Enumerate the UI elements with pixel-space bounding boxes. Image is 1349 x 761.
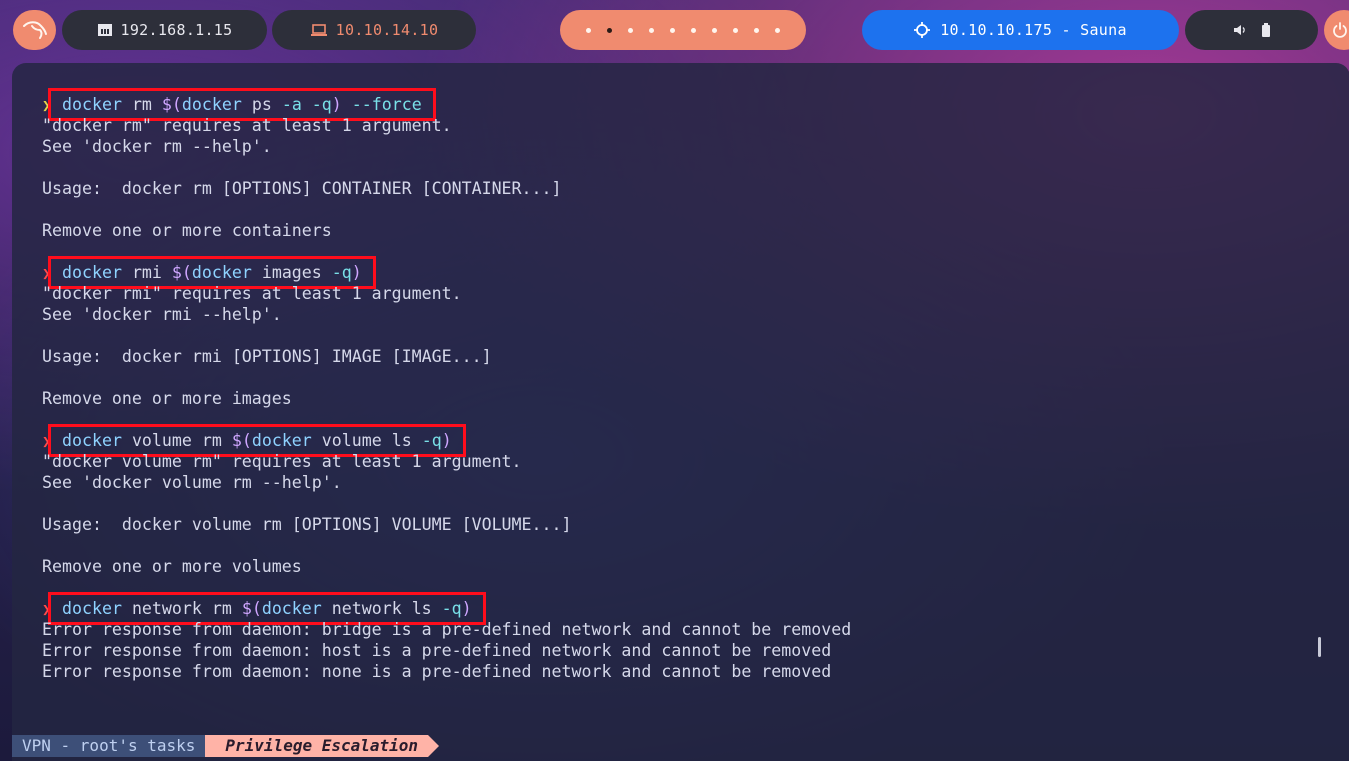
workspace-2[interactable] [607,27,612,33]
output-line: Error response from daemon: bridge is a … [42,620,852,639]
subshell-command: docker [191,263,252,282]
terminal-window[interactable]: ❯ docker rm $(docker ps -a -q) --force "do… [12,63,1349,761]
workspace-6[interactable] [691,27,696,33]
command-text: docker rmi $(docker images -q) [62,263,362,282]
subshell-close: ) [351,263,362,282]
output-line: "docker rm" requires at least 1 argument… [42,116,452,135]
tmux-status-bar: VPN - root's tasks Privilege Escalation [12,735,439,757]
vpn-ip-text: 10.10.14.10 [335,21,439,39]
command-text: docker rm $(docker ps -a -q) --force [62,95,422,114]
prompt-arrow: ❯ [42,266,51,282]
window-title[interactable]: Privilege Escalation [205,735,439,757]
subshell-command: docker [181,95,242,114]
workspace-8[interactable] [733,27,738,33]
crosshair-icon [914,22,931,38]
target-text: 10.10.10.175 - Sauna [940,21,1127,39]
output-line: Usage: docker volume rm [OPTIONS] VOLUME… [42,515,572,534]
subshell-command: docker [251,431,312,450]
workspace-1[interactable] [586,27,591,33]
subshell-close: ) [441,431,452,450]
command-args: volume rm [121,431,232,450]
output-line: See 'docker volume rm --help'. [42,473,342,492]
command-line: ❯ docker rm $(docker ps -a -q) --force [42,88,1330,121]
command-line: ❯ docker rmi $(docker images -q) [42,256,1330,289]
top-bar: 192.168.1.15 10.10.14.10 10.10.10.175 - … [0,0,1349,62]
subshell-open: $( [231,431,252,450]
kali-dragon-icon [22,20,48,40]
output-line: Usage: docker rmi [OPTIONS] IMAGE [IMAGE… [42,347,492,366]
prompt-arrow: ❯ [42,602,51,618]
command-line: ❯ docker network rm $(docker network ls -… [42,592,1330,625]
command-line: ❯ docker volume rm $(docker volume ls -q) [42,424,1330,457]
output-line: Remove one or more volumes [42,557,302,576]
output-line: See 'docker rm --help'. [42,137,272,156]
output-line: Error response from daemon: host is a pr… [42,641,832,660]
command-text: docker network rm $(docker network ls -q… [62,599,472,618]
speaker-icon[interactable] [1233,24,1247,36]
session-tasks-label[interactable]: VPN - root's tasks [12,735,217,757]
subshell-close: ) [331,95,342,114]
workspace-3[interactable] [628,27,633,33]
output-line: Error response from daemon: none is a pr… [42,662,832,681]
power-button[interactable] [1324,10,1349,50]
output-line: "docker volume rm" requires at least 1 a… [42,452,522,471]
subshell-args: ps [241,95,282,114]
subshell-args: network ls [321,599,442,618]
subshell-open: $( [161,95,182,114]
output-line: Usage: docker rm [OPTIONS] CONTAINER [CO… [42,179,562,198]
command-flags: -q [421,431,442,450]
command-flags: -q [331,263,352,282]
power-icon [1332,22,1348,38]
subshell-args: images [251,263,332,282]
subshell-command: docker [261,599,322,618]
ethernet-icon [97,23,113,37]
local-ip-text: 192.168.1.15 [120,21,233,39]
subshell-close: ) [461,599,472,618]
workspace-7[interactable] [712,27,717,33]
command-text: docker volume rm $(docker volume ls -q) [62,431,452,450]
workspace-10[interactable] [775,27,780,33]
terminal-scrollbar[interactable] [1318,637,1321,657]
prompt-arrow: ❯ [42,98,51,114]
target-indicator: 10.10.10.175 - Sauna [862,10,1179,50]
output-line: Remove one or more containers [42,221,332,240]
laptop-icon [310,23,328,37]
local-ip-indicator: 192.168.1.15 [62,10,267,50]
subshell-open: $( [171,263,192,282]
command-flags: -a -q [281,95,332,114]
command-args: network rm [121,599,242,618]
output-line: Remove one or more images [42,389,292,408]
system-tray [1185,10,1318,50]
command-flags: -q [441,599,462,618]
subshell-args: volume ls [311,431,422,450]
command-name: docker [62,431,122,450]
output-line: See 'docker rmi --help'. [42,305,282,324]
workspace-5[interactable] [670,27,675,33]
command-args: rmi [121,263,172,282]
vpn-ip-indicator: 10.10.14.10 [272,10,476,50]
battery-icon[interactable] [1261,23,1271,37]
workspace-switcher [560,10,806,50]
launcher-button[interactable] [13,10,56,50]
command-name: docker [62,95,122,114]
output-line: "docker rmi" requires at least 1 argumen… [42,284,462,303]
terminal-output: ❯ docker rm $(docker ps -a -q) --force "do… [42,88,1330,682]
command-name: docker [62,263,122,282]
command-tail: --force [341,95,422,114]
workspace-9[interactable] [754,27,759,33]
workspace-4[interactable] [649,27,654,33]
prompt-arrow: ❯ [42,434,51,450]
command-args: rm [121,95,162,114]
command-name: docker [62,599,122,618]
subshell-open: $( [241,599,262,618]
